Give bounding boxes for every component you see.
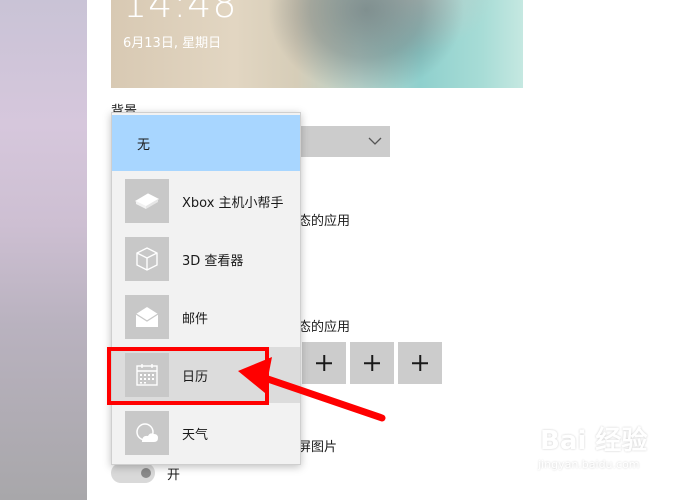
baidu-watermark: Bai 经验	[540, 426, 648, 456]
baidu-watermark-url: jingyan.baidu.com	[538, 458, 640, 471]
